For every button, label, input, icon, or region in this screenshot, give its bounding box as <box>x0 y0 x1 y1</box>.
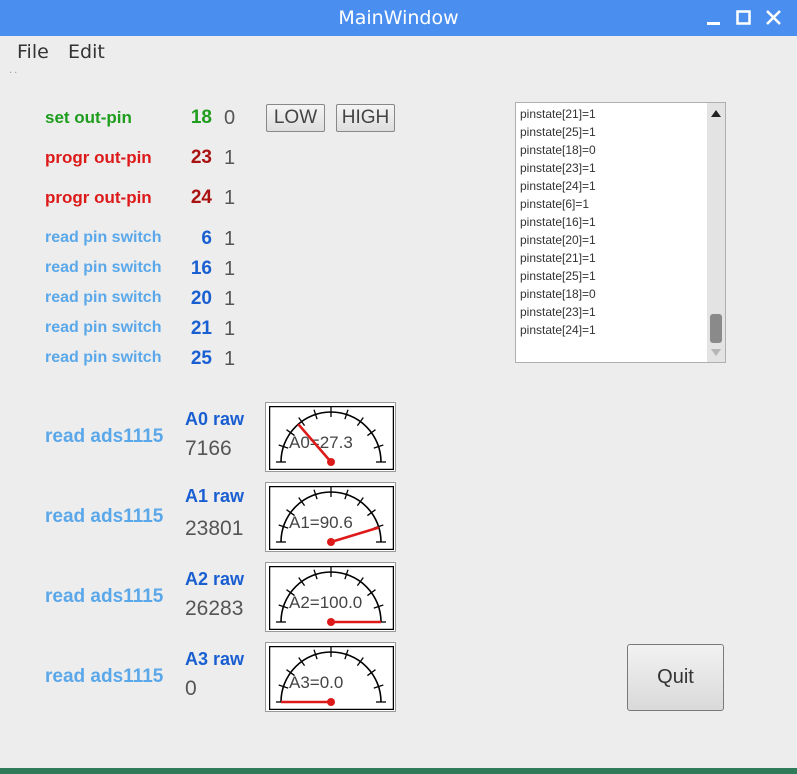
log-line: pinstate[24]=1 <box>520 179 596 193</box>
adc-label: read ads1115 <box>45 426 164 447</box>
switch-pin-value: 1 <box>224 348 236 370</box>
main-window: MainWindow File Edit ·· set out-pin 18 0… <box>0 0 797 768</box>
log-line: pinstate[6]=1 <box>520 197 590 211</box>
adc-raw-label: A3 raw <box>185 649 245 669</box>
output-pin-number: 23 <box>190 147 212 168</box>
scroll-down-icon[interactable] <box>711 349 721 356</box>
log-line: pinstate[16]=1 <box>520 215 596 229</box>
switch-pin-number: 16 <box>190 258 212 279</box>
gauge-hub <box>327 458 335 466</box>
switch-pin-value: 1 <box>224 288 236 310</box>
adc-label: read ads1115 <box>45 666 164 687</box>
adc-gauge: A2=100.0 <box>265 562 396 632</box>
title-bar: MainWindow <box>0 0 797 36</box>
output-pin-value: 1 <box>224 147 236 169</box>
gauge-svg: A0=27.3 <box>269 406 394 470</box>
switch-label: read pin switch <box>45 259 162 276</box>
log-line: pinstate[18]=0 <box>520 143 596 157</box>
log-line: pinstate[23]=1 <box>520 161 596 175</box>
switch-pin-value: 1 <box>224 318 236 340</box>
minimize-icon[interactable] <box>702 6 726 30</box>
output-label: progr out-pin <box>45 188 152 207</box>
switch-pin-value: 1 <box>224 258 236 280</box>
log-line: pinstate[21]=1 <box>520 107 596 121</box>
menu-edit[interactable]: Edit <box>68 41 105 63</box>
output-pin-number: 24 <box>190 187 212 208</box>
low-button[interactable]: LOW <box>266 104 325 132</box>
gauge-readout: A1=90.6 <box>289 513 353 532</box>
output-pin-value: 1 <box>224 187 236 209</box>
adc-raw-label: A1 raw <box>185 486 245 506</box>
quit-button[interactable]: Quit <box>627 644 724 711</box>
switch-label: read pin switch <box>45 349 162 366</box>
adc-gauge: A0=27.3 <box>265 402 396 472</box>
output-pin-number: 18 <box>190 107 212 128</box>
adc-label: read ads1115 <box>45 506 164 527</box>
adc-raw-value: 0 <box>185 677 197 700</box>
switch-pin-number: 6 <box>201 228 212 249</box>
switch-pin-number: 25 <box>190 348 212 369</box>
log-scrollbar[interactable] <box>707 103 725 362</box>
switch-pin-number: 20 <box>190 288 212 309</box>
log-line: pinstate[23]=1 <box>520 305 596 319</box>
output-pin-value: 0 <box>224 107 236 129</box>
high-button[interactable]: HIGH <box>336 104 395 132</box>
log-lines: pinstate[21]=1 pinstate[25]=1 pinstate[1… <box>520 105 596 339</box>
scroll-thumb[interactable] <box>710 314 722 343</box>
adc-raw-value: 23801 <box>185 517 244 540</box>
adc-raw-value: 7166 <box>185 437 232 460</box>
menu-file[interactable]: File <box>17 41 49 63</box>
gauge-readout: A2=100.0 <box>289 593 362 612</box>
adc-raw-value: 26283 <box>185 597 244 620</box>
switch-pin-value: 1 <box>224 228 236 250</box>
gauge-hub <box>327 698 335 706</box>
log-line: pinstate[25]=1 <box>520 269 596 283</box>
adc-gauge: A3=0.0 <box>265 642 396 712</box>
log-line: pinstate[20]=1 <box>520 233 596 247</box>
pinstate-log[interactable]: pinstate[21]=1 pinstate[25]=1 pinstate[1… <box>515 102 726 363</box>
log-line: pinstate[24]=1 <box>520 323 596 337</box>
gauge-svg: A1=90.6 <box>269 486 394 550</box>
output-label: progr out-pin <box>45 148 152 167</box>
output-label: set out-pin <box>45 108 132 127</box>
adc-raw-label: A2 raw <box>185 569 245 589</box>
gauge-hub <box>327 538 335 546</box>
menu-bar: File Edit <box>0 36 797 72</box>
gauge-hub <box>327 618 335 626</box>
log-line: pinstate[25]=1 <box>520 125 596 139</box>
close-icon[interactable] <box>762 6 786 30</box>
scroll-up-icon[interactable] <box>711 110 721 117</box>
gauge-svg: A2=100.0 <box>269 566 394 630</box>
gauge-readout: A3=0.0 <box>289 673 343 692</box>
log-line: pinstate[18]=0 <box>520 287 596 301</box>
maximize-icon[interactable] <box>732 6 756 30</box>
log-line: pinstate[21]=1 <box>520 251 596 265</box>
switch-label: read pin switch <box>45 289 162 306</box>
adc-raw-label: A0 raw <box>185 409 245 429</box>
adc-label: read ads1115 <box>45 586 164 607</box>
switch-pin-number: 21 <box>190 318 212 339</box>
switch-label: read pin switch <box>45 319 162 336</box>
window-title: MainWindow <box>338 7 459 29</box>
adc-gauge: A1=90.6 <box>265 482 396 552</box>
switch-label: read pin switch <box>45 229 162 246</box>
gauge-svg: A3=0.0 <box>269 646 394 710</box>
menu-grip-icon: ·· <box>9 68 20 79</box>
